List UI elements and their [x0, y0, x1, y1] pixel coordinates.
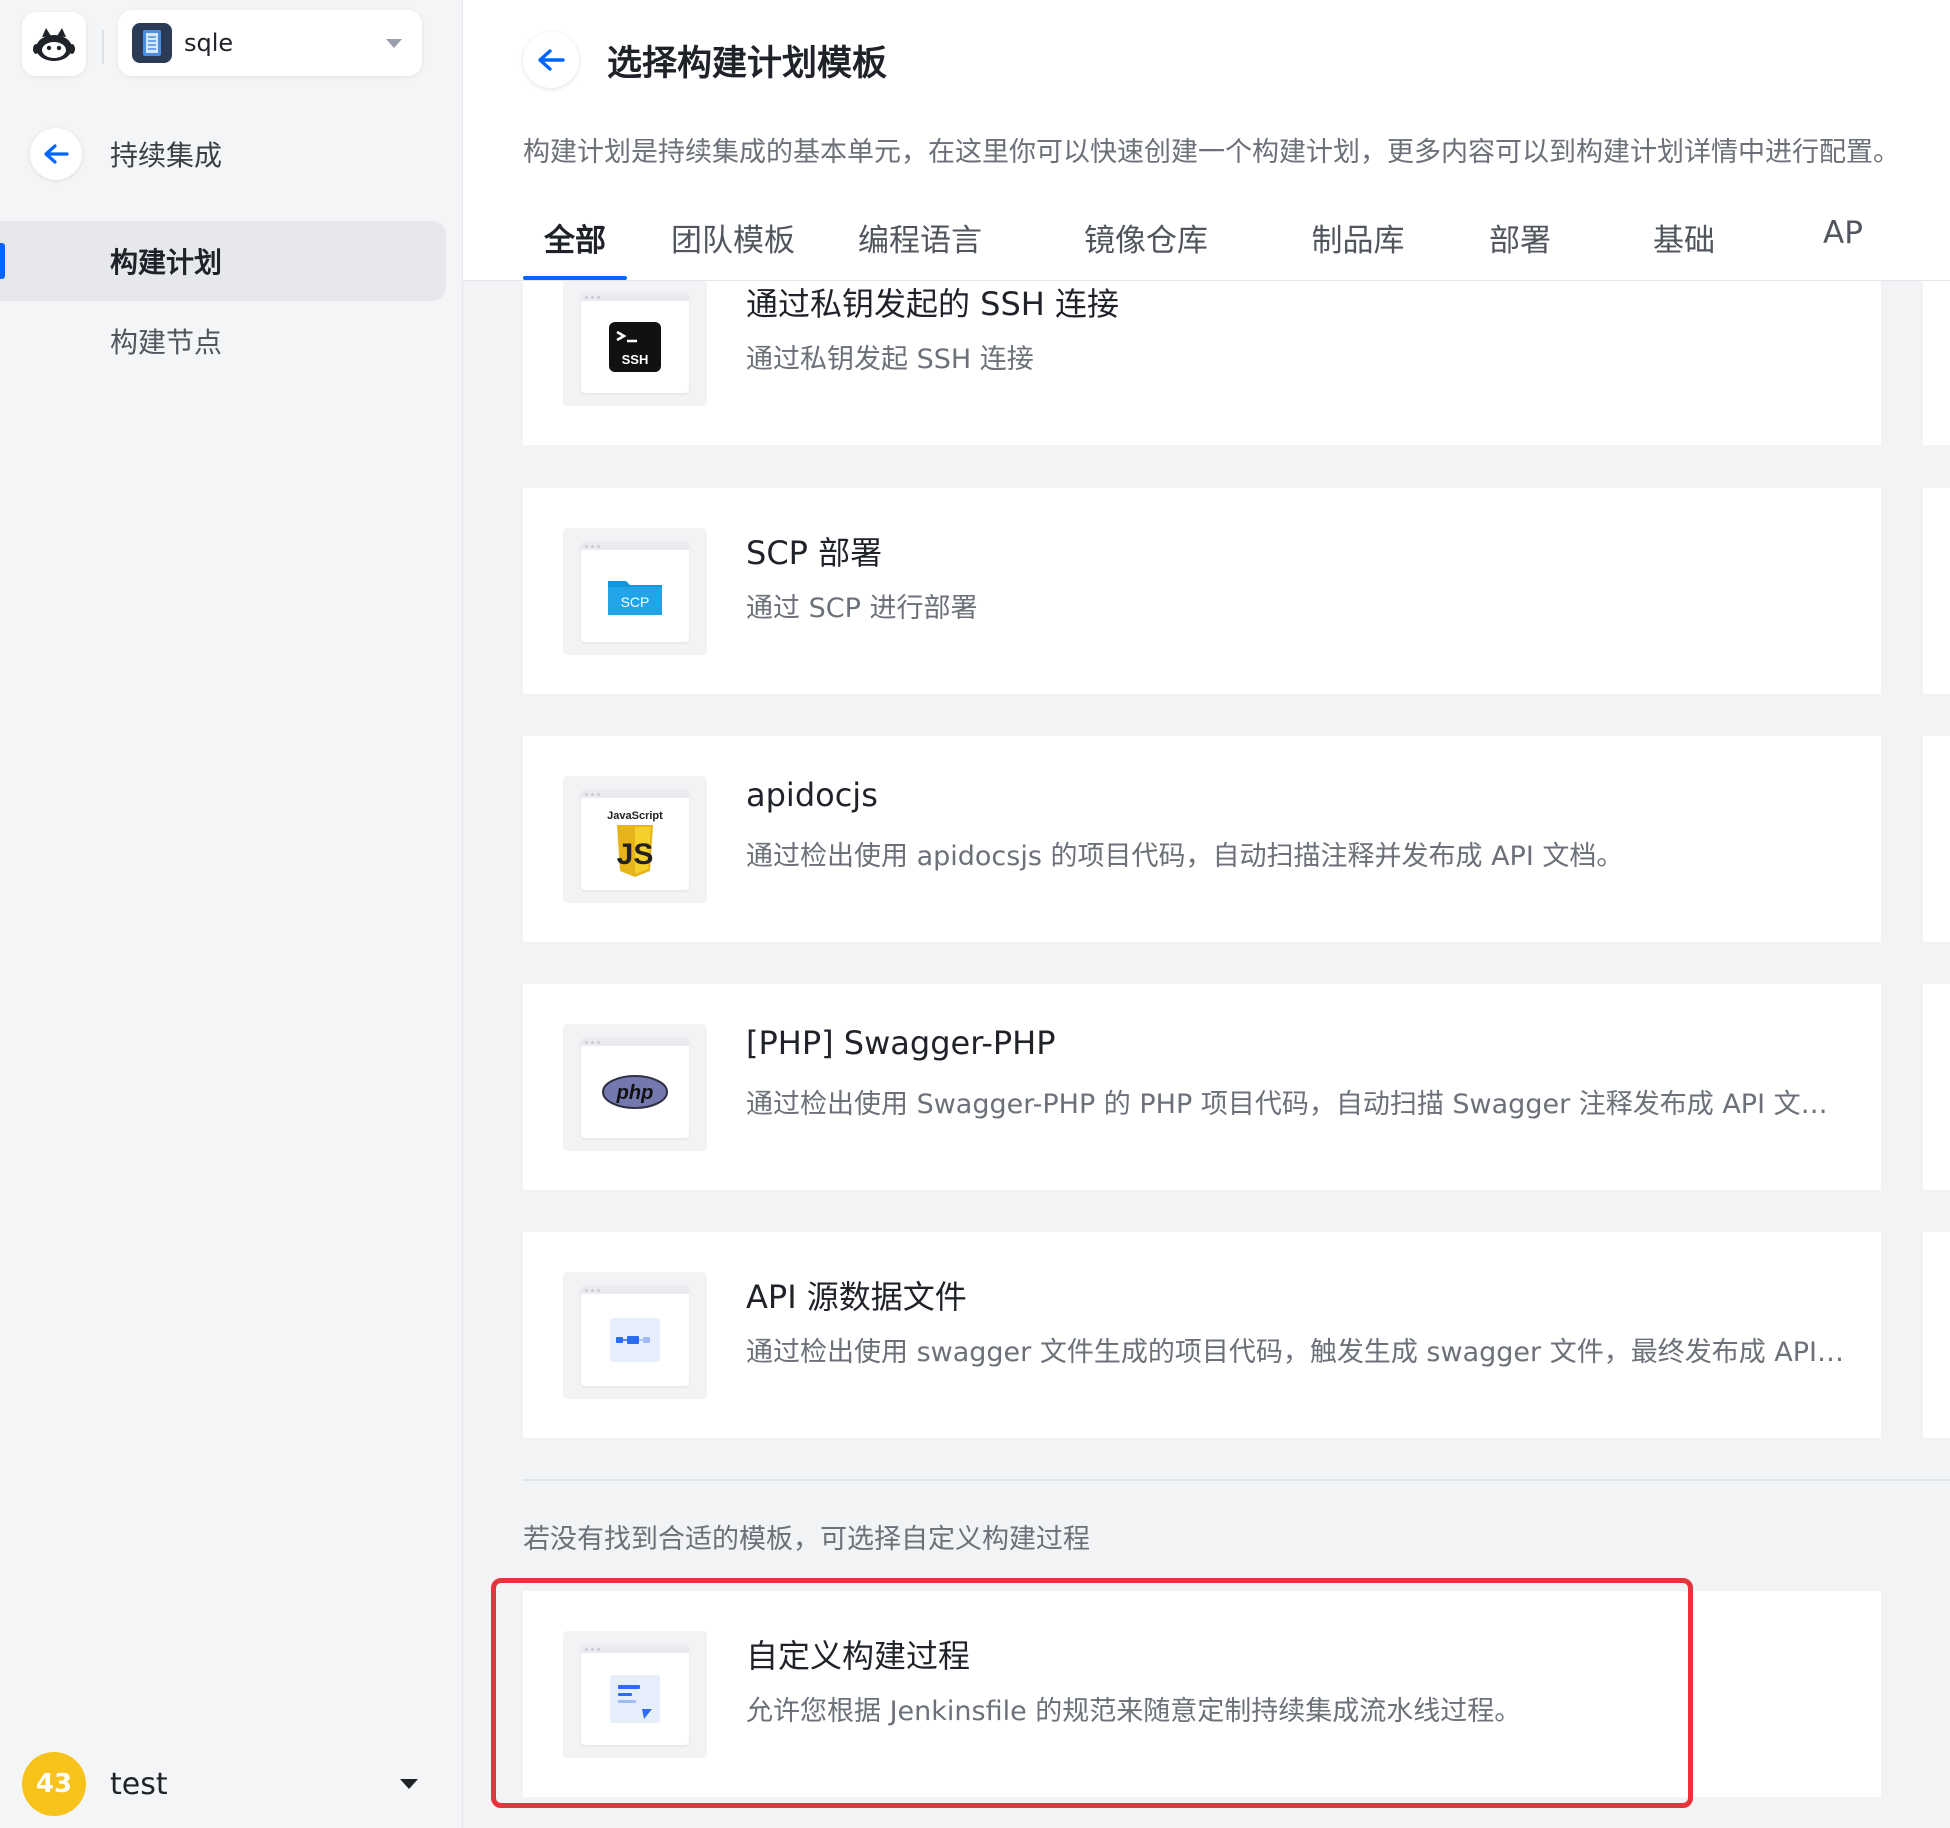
- template-description: 通过检出使用 swagger 文件生成的项目代码，触发生成 swagger 文件…: [746, 1337, 1846, 1368]
- tab-languages[interactable]: 编程语言: [855, 205, 985, 280]
- template-description: 通过检出使用 Swagger-PHP 的 PHP 项目代码，自动扫描 Swagg…: [746, 1089, 1846, 1120]
- template-description: 通过 SCP 进行部署: [746, 593, 978, 624]
- tab-basic[interactable]: 基础: [1651, 205, 1717, 280]
- custom-build-description: 允许您根据 Jenkinsfile 的规范来随意定制持续集成流水线过程。: [746, 1696, 1522, 1727]
- template-card-apidocjs[interactable]: JavaScript JS apidocjs 通过检出使用 apidocsjs …: [523, 736, 1881, 942]
- avatar: 43: [22, 1752, 86, 1816]
- project-notebook-icon: [132, 23, 172, 63]
- tab-deploy[interactable]: 部署: [1487, 205, 1553, 280]
- back-to-ci[interactable]: 持续集成: [30, 128, 222, 180]
- template-thumbnail: JavaScript JS: [563, 776, 707, 903]
- tab-all[interactable]: 全部: [523, 205, 627, 280]
- template-thumbnail: SCP: [563, 528, 707, 655]
- custom-build-card[interactable]: 自定义构建过程 允许您根据 Jenkinsfile 的规范来随意定制持续集成流水…: [523, 1591, 1881, 1797]
- svg-text:SSH: SSH: [622, 352, 649, 367]
- template-title: SCP 部署: [746, 534, 883, 572]
- template-title: apidocjs: [746, 776, 878, 814]
- user-name: test: [110, 1766, 168, 1802]
- template-card-api-source[interactable]: API 源数据文件 通过检出使用 swagger 文件生成的项目代码，触发生成 …: [523, 1232, 1881, 1438]
- template-card-scp[interactable]: SCP SCP 部署 通过 SCP 进行部署: [523, 488, 1881, 694]
- template-card-next-column[interactable]: [1923, 736, 1950, 942]
- section-divider: [523, 1479, 1950, 1481]
- php-icon: php: [602, 1075, 668, 1109]
- javascript-icon: JavaScript JS: [607, 810, 663, 877]
- template-list: SSH 通过私钥发起的 SSH 连接 通过私钥发起 SSH 连接 SCP SCP…: [523, 281, 1950, 1828]
- page-description: 构建计划是持续集成的基本单元，在这里你可以快速创建一个构建计划，更多内容可以到构…: [523, 137, 1900, 168]
- sidebar-item-label: 构建计划: [110, 246, 223, 279]
- project-name: sqle: [184, 29, 234, 57]
- svg-text:php: php: [616, 1082, 654, 1104]
- mascot-logo-icon: [33, 28, 75, 61]
- template-thumbnail: php: [563, 1024, 707, 1151]
- template-card-next-column[interactable]: [1923, 281, 1950, 445]
- sidebar-item-build-plans[interactable]: 构建计划: [0, 221, 446, 301]
- back-arrow-icon: [538, 49, 565, 71]
- scp-folder-icon: SCP: [608, 581, 662, 615]
- header-separator: [102, 30, 104, 64]
- custom-build-hint: 若没有找到合适的模板，可选择自定义构建过程: [523, 1524, 1090, 1555]
- back-label: 持续集成: [110, 139, 223, 172]
- template-card-next-column[interactable]: [1923, 1232, 1950, 1438]
- tab-team-templates[interactable]: 团队模板: [668, 205, 798, 280]
- svg-text:SCP: SCP: [621, 594, 650, 610]
- ssh-terminal-icon: SSH: [609, 322, 661, 372]
- template-card-next-column[interactable]: [1923, 984, 1950, 1190]
- project-selector[interactable]: sqle: [118, 10, 422, 76]
- template-description: 通过检出使用 apidocsjs 的项目代码，自动扫描注释并发布成 API 文档…: [746, 841, 1624, 872]
- template-card-swagger-php[interactable]: php [PHP] Swagger-PHP 通过检出使用 Swagger-PHP…: [523, 984, 1881, 1190]
- chevron-down-icon: [386, 38, 402, 48]
- user-menu[interactable]: 43 test: [22, 1751, 422, 1817]
- sidebar-item-build-nodes[interactable]: 构建节点: [0, 301, 446, 381]
- tab-api[interactable]: AP: [1813, 205, 1873, 280]
- app-logo-button[interactable]: [22, 12, 86, 76]
- template-description: 通过私钥发起 SSH 连接: [746, 344, 1034, 375]
- api-flow-icon: [610, 1318, 660, 1362]
- template-card-ssh[interactable]: SSH 通过私钥发起的 SSH 连接 通过私钥发起 SSH 连接: [523, 281, 1881, 445]
- document-edit-icon: [610, 1675, 660, 1723]
- custom-build-title: 自定义构建过程: [746, 1637, 971, 1675]
- svg-text:JS: JS: [617, 838, 654, 871]
- template-thumbnail: [563, 1272, 707, 1399]
- page-header: 选择构建计划模板 构建计划是持续集成的基本单元，在这里你可以快速创建一个构建计划…: [463, 0, 1950, 281]
- tab-image-registry[interactable]: 镜像仓库: [1081, 205, 1211, 280]
- tab-artifacts[interactable]: 制品库: [1308, 205, 1408, 280]
- template-title: 通过私钥发起的 SSH 连接: [746, 285, 1120, 323]
- page-title: 选择构建计划模板: [607, 43, 888, 84]
- template-thumbnail: SSH: [563, 281, 707, 406]
- sidebar-item-label: 构建节点: [110, 326, 223, 359]
- caret-down-icon[interactable]: [400, 1779, 418, 1789]
- back-arrow-icon[interactable]: [30, 128, 82, 180]
- back-button[interactable]: [523, 32, 579, 88]
- sidebar: sqle 持续集成 构建计划 构建节点 43 test: [0, 0, 463, 1828]
- svg-text:JavaScript: JavaScript: [607, 810, 663, 822]
- template-title: API 源数据文件: [746, 1278, 967, 1316]
- template-thumbnail: [563, 1631, 707, 1758]
- template-title: [PHP] Swagger-PHP: [746, 1024, 1056, 1062]
- template-card-next-column[interactable]: [1923, 488, 1950, 694]
